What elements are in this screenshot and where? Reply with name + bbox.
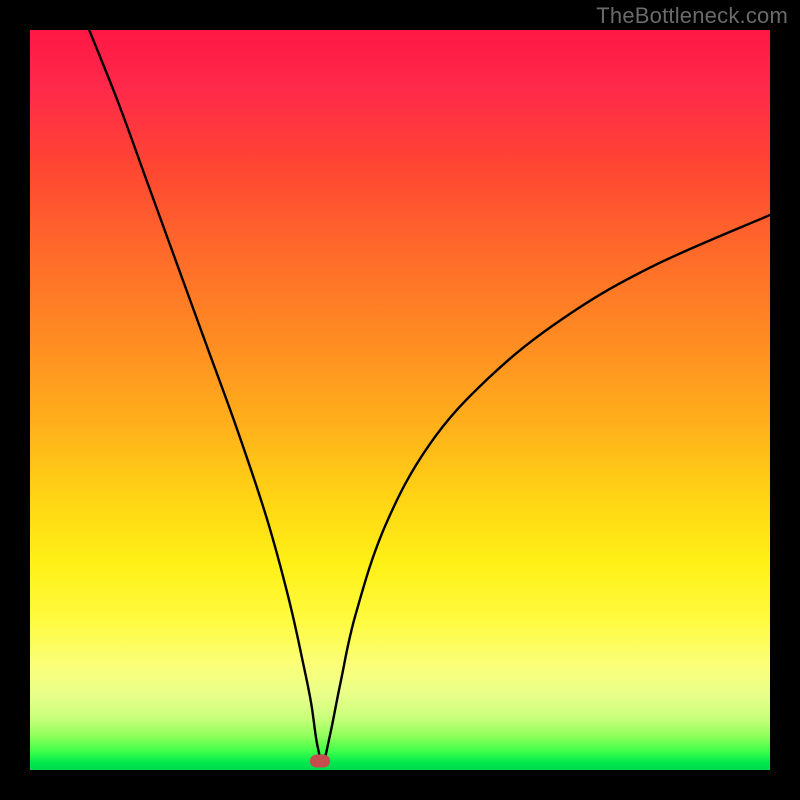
chart-frame: TheBottleneck.com bbox=[0, 0, 800, 800]
plot-area bbox=[30, 30, 770, 770]
watermark-label: TheBottleneck.com bbox=[596, 3, 788, 29]
curve-path bbox=[89, 30, 770, 761]
bottleneck-curve bbox=[30, 30, 770, 770]
optimal-point-marker bbox=[310, 755, 330, 768]
